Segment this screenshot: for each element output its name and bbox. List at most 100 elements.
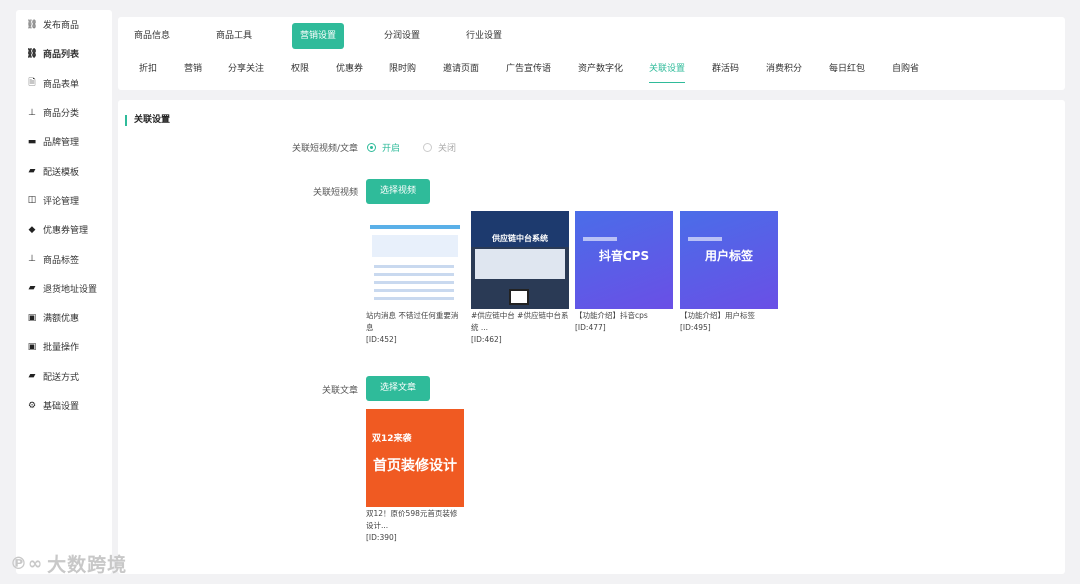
video-id: [ID:495] [680, 323, 711, 332]
sidebar-list: ⛓ 发布商品 ⛓ 商品列表 🗎 商品表单 ⊥ 商品分类 ▬ 品牌管理 ▰ 配送模板 ◫ 评论管理 ◆ 优惠券管… [16, 10, 112, 420]
subtab-0[interactable]: 折扣 [139, 61, 157, 83]
radio-on-label: 开启 [382, 144, 401, 154]
video-item-2: 抖音CPSx 【功能介绍】抖音cps [ID:477] [575, 211, 673, 334]
tab-3[interactable]: 分润设置 [376, 23, 428, 49]
subtab-8[interactable]: 资产数字化 [578, 61, 623, 83]
video-id: [ID:477] [575, 323, 606, 332]
subtab-3[interactable]: 权限 [291, 61, 309, 83]
sidebar-item-1[interactable]: ⛓ 商品列表 [16, 39, 112, 68]
subtab-12[interactable]: 每日红包 [829, 61, 865, 83]
sidebar: ⛓ 发布商品 ⛓ 商品列表 🗎 商品表单 ⊥ 商品分类 ▬ 品牌管理 ▰ 配送模板 ◫ 评论管理 ◆ 优惠券管… [16, 10, 112, 574]
sidebar-item-2[interactable]: 🗎 商品表单 [16, 69, 112, 98]
sidebar-item-5[interactable]: ▰ 配送模板 [16, 156, 112, 185]
article-id: [ID:390] [366, 533, 397, 542]
sidebar-item-label: 满额优惠 [43, 314, 80, 325]
radio-off-dot [423, 143, 432, 152]
thumbnail-0: x [366, 211, 464, 309]
sidebar-item-9[interactable]: ▰ 退货地址设置 [16, 274, 112, 303]
truck-icon: ▰ [28, 371, 36, 382]
subtab-4[interactable]: 优惠券 [336, 61, 363, 83]
section-title: 关联设置 [125, 115, 170, 126]
subtab-10[interactable]: 群活码 [712, 61, 739, 83]
video-item-0: x站内消息 不错过任何重要消息 [ID:452] [366, 211, 464, 346]
sidebar-item-label: 基础设置 [43, 402, 80, 412]
sidebar-item-label: 商品分类 [43, 109, 80, 120]
thumbnail-1: 供应链中台系统x [471, 211, 569, 309]
video-caption: 【功能介绍】用户标签 [680, 311, 755, 320]
subtab-11[interactable]: 消费积分 [766, 61, 802, 83]
sidebar-item-13[interactable]: ⚙ 基础设置 [16, 391, 112, 420]
sidebar-item-label: 商品列表 [43, 50, 80, 61]
subtab-7[interactable]: 广告宣传语 [506, 61, 551, 83]
gear-icon: ⚙ [27, 400, 37, 411]
tag-icon: ◆ [28, 224, 36, 235]
sidebar-item-3[interactable]: ⊥ 商品分类 [16, 98, 112, 127]
sidebar-item-label: 商品标签 [43, 255, 80, 266]
thumb-title: 首页装修设计 [373, 458, 457, 474]
radio-on-dot [367, 143, 376, 152]
radio-on[interactable]: 开启 [367, 141, 400, 154]
subtab-9[interactable]: 关联设置 [649, 61, 686, 83]
subtab-5[interactable]: 限时购 [389, 61, 416, 83]
sidebar-item-label: 发布商品 [43, 21, 80, 32]
link-icon: ⛓ [26, 19, 38, 30]
video-caption: #供应链中台 #供应链中台系统 ... [471, 311, 569, 332]
sidebar-item-4[interactable]: ▬ 品牌管理 [16, 127, 112, 156]
thumb-line [374, 281, 454, 284]
radio-off[interactable]: 关闭 [423, 141, 456, 154]
subtab-6[interactable]: 邀请页面 [443, 61, 479, 83]
sidebar-item-8[interactable]: ⊥ 商品标签 [16, 244, 112, 273]
thumb-logo-strip [688, 237, 722, 241]
thumb-content-block [372, 235, 458, 257]
truck-icon: ▰ [28, 166, 36, 177]
subtab-1[interactable]: 营销 [184, 61, 202, 83]
hierarchy-icon: ⊥ [28, 254, 36, 265]
hierarchy-icon: ⊥ [28, 107, 36, 118]
gift-icon: ▣ [27, 341, 37, 352]
thumb-screenshot [475, 249, 565, 279]
subtab-13[interactable]: 自购省 [892, 61, 919, 83]
sidebar-item-7[interactable]: ◆ 优惠券管理 [16, 215, 112, 244]
sidebar-item-label: 品牌管理 [43, 138, 80, 149]
sidebar-item-label: 商品表单 [43, 79, 80, 90]
sidebar-item-11[interactable]: ▣ 批量操作 [16, 332, 112, 361]
thumbnail-article-0: 双12来袭首页装修设计x [366, 409, 464, 507]
video-id: [ID:462] [471, 335, 502, 344]
sidebar-item-label: 评论管理 [43, 196, 80, 207]
top-tab-card: 商品信息 商品工具 营销设置 分润设置 行业设置 折扣 营销 分享关注 权限 优惠券 限时购 邀请页… [118, 17, 1065, 90]
columns-icon: ◫ [27, 195, 37, 206]
radio-off-label: 关闭 [438, 144, 457, 154]
thumbnail-3: 用户标签x [680, 211, 778, 309]
sidebar-item-10[interactable]: ▣ 满额优惠 [16, 303, 112, 332]
subtab-2[interactable]: 分享关注 [228, 61, 264, 83]
main-content: 关联设置 关联短视频/文章 开启 关闭 关联短视频 选择视频 x站内消息 不错过… [118, 100, 1065, 574]
sidebar-item-label: 批量操作 [43, 343, 80, 354]
tab-4[interactable]: 行业设置 [458, 23, 510, 49]
sidebar-item-label: 优惠券管理 [43, 226, 89, 237]
briefcase-icon: ▬ [27, 136, 37, 147]
sidebar-item-label: 配送方式 [43, 372, 80, 383]
select-article-button[interactable]: 选择文章 [366, 376, 430, 401]
toggle-label: 关联短视频/文章 [291, 144, 358, 154]
video-item-1: 供应链中台系统x#供应链中台 #供应链中台系统 ... [ID:462] [471, 211, 569, 346]
thumb-line [374, 265, 454, 268]
tab-1[interactable]: 商品工具 [208, 23, 260, 49]
article-caption: 双12！原价598元首页装修设计... [366, 509, 458, 530]
thumb-subtitle: 双12来袭 [372, 434, 412, 444]
document-icon: 🗎 [28, 78, 36, 89]
video-label: 关联短视频 [312, 188, 358, 198]
watermark: ℗∞ 大数跨境 [10, 550, 127, 577]
sidebar-item-12[interactable]: ▰ 配送方式 [16, 362, 112, 391]
thumb-title: 供应链中台系统 [492, 234, 548, 243]
thumb-line [374, 273, 454, 276]
gift-icon: ▣ [27, 312, 37, 323]
tab-0[interactable]: 商品信息 [126, 23, 178, 49]
sidebar-item-0[interactable]: ⛓ 发布商品 [16, 10, 112, 39]
qr-code-icon [509, 289, 529, 305]
select-video-button[interactable]: 选择视频 [366, 179, 430, 204]
watermark-text: 大数跨境 [47, 554, 128, 576]
tab-2[interactable]: 营销设置 [292, 23, 345, 49]
sidebar-item-6[interactable]: ◫ 评论管理 [16, 186, 112, 215]
sidebar-item-label: 退货地址设置 [43, 284, 98, 295]
video-item-3: 用户标签x 【功能介绍】用户标签 [ID:495] [680, 211, 778, 334]
